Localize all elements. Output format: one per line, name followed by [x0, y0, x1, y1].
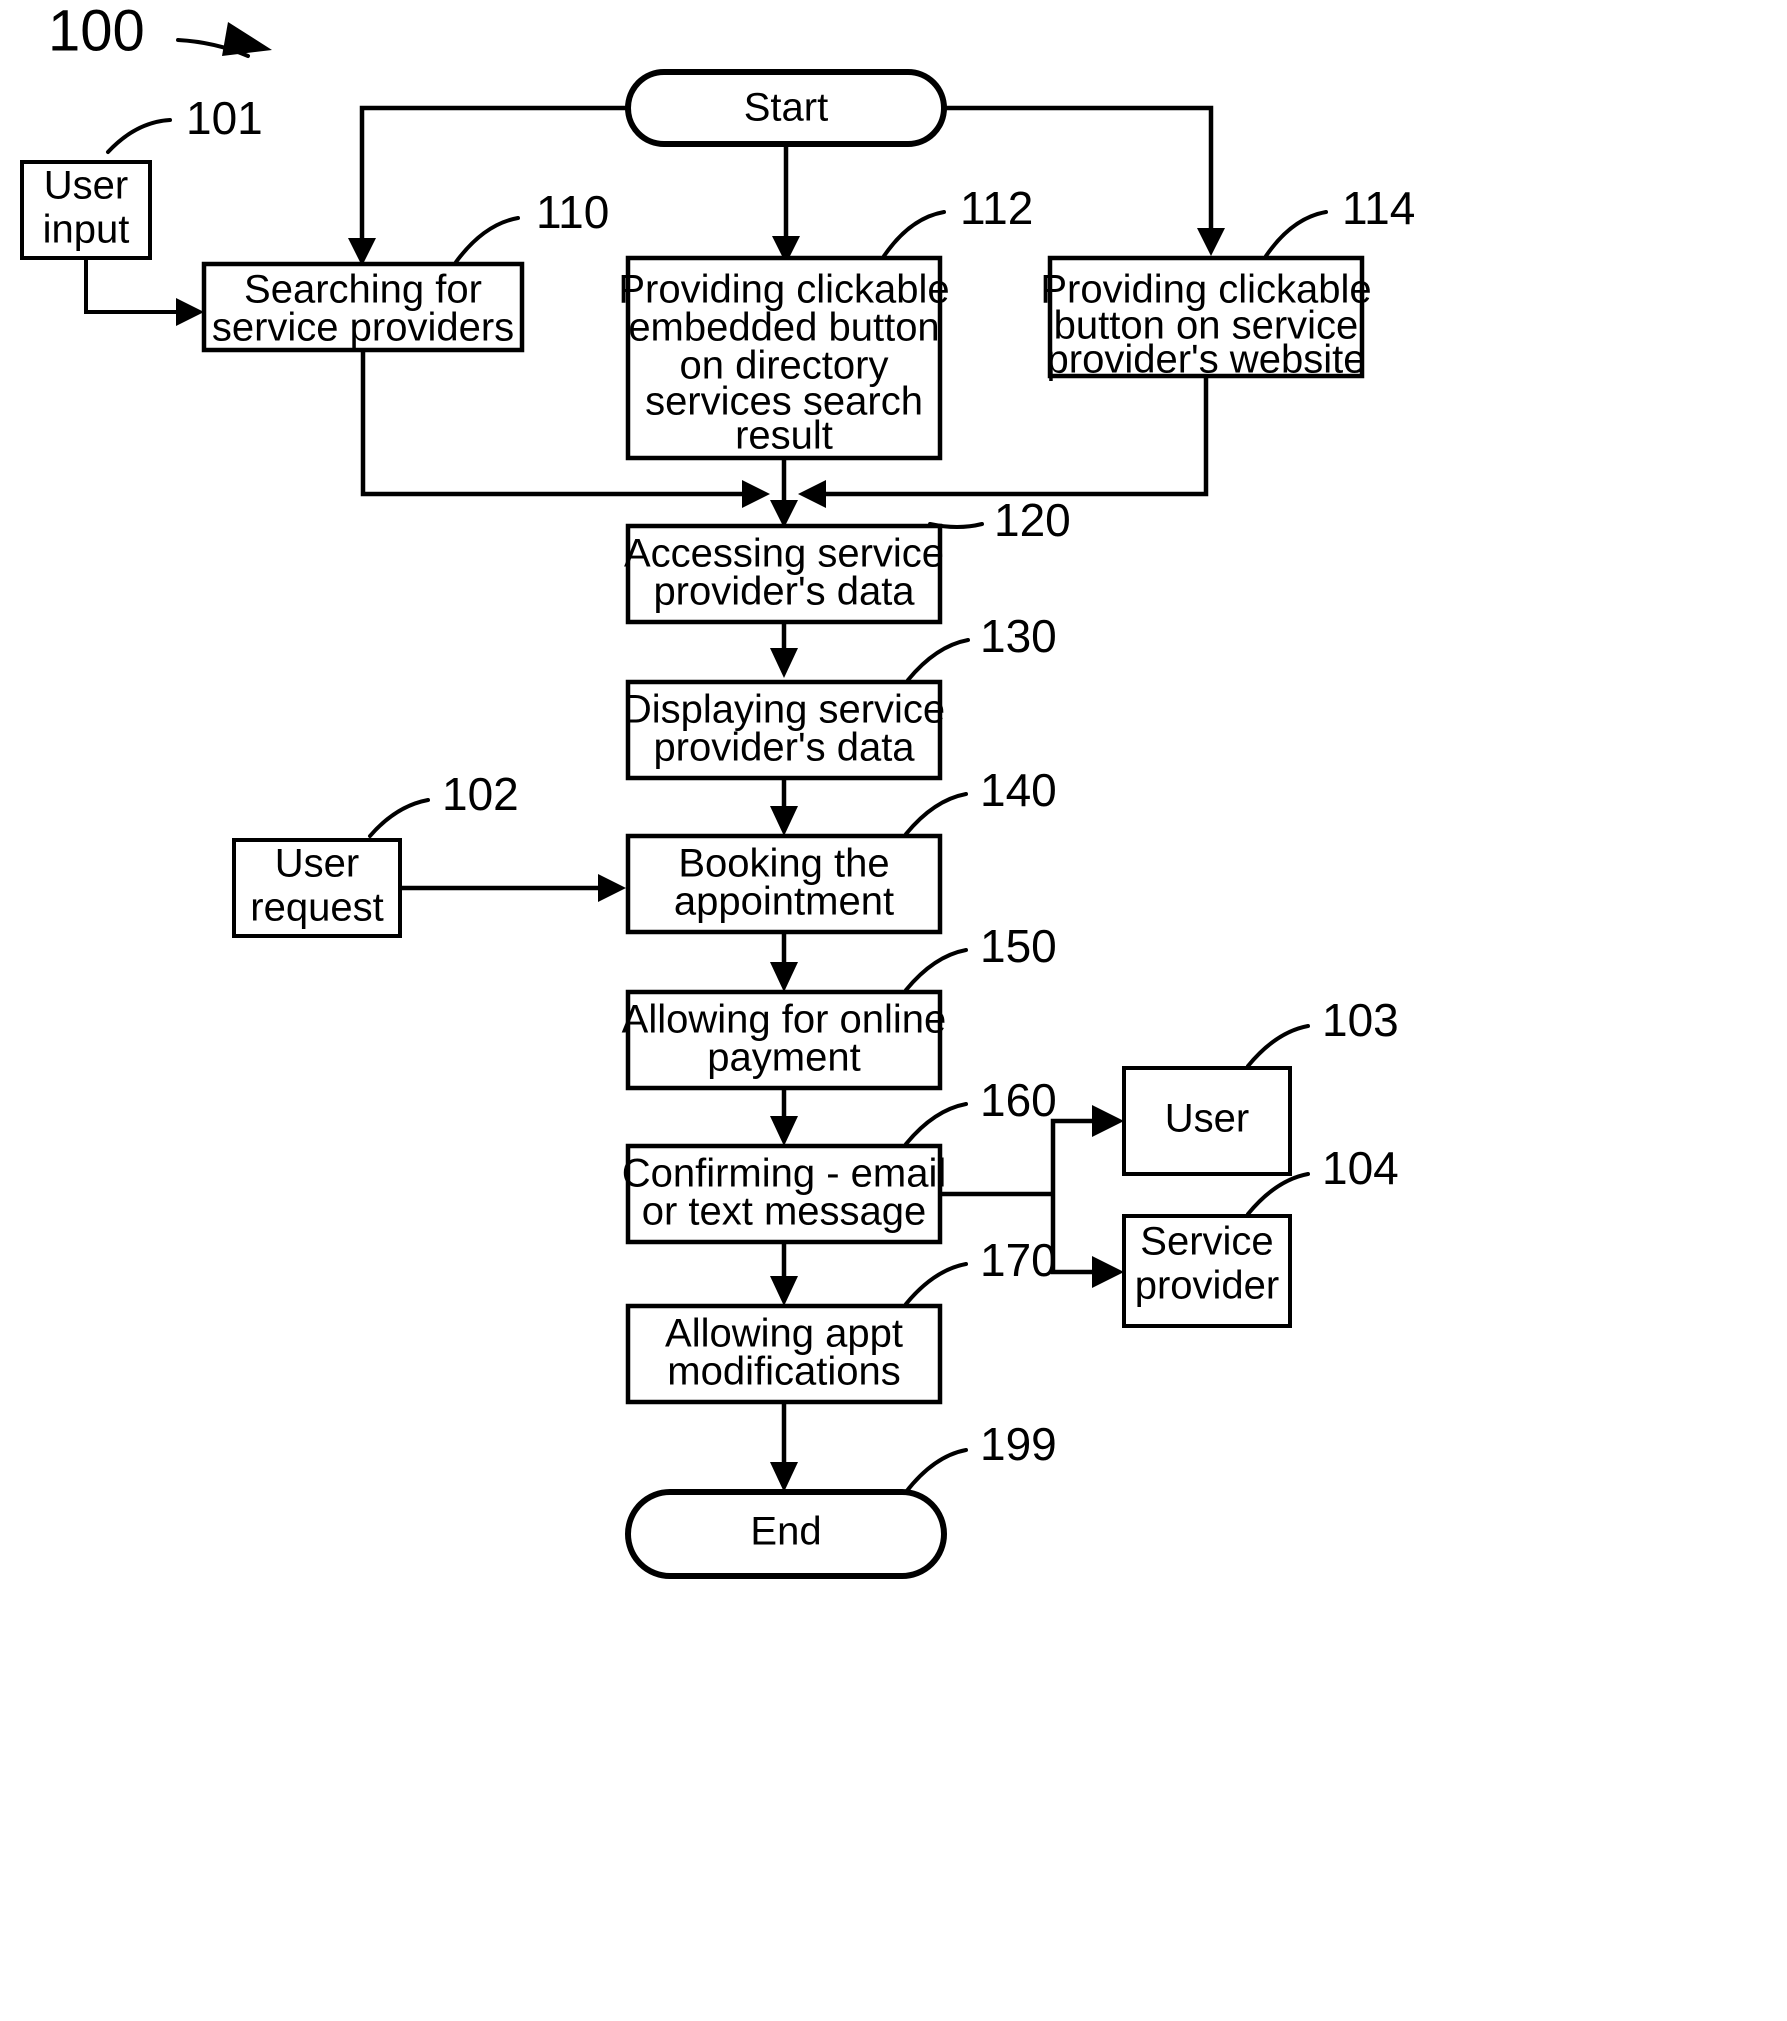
user-input-line-2: input	[43, 208, 130, 252]
arrowhead-payment-in	[770, 962, 798, 992]
leader-103	[1246, 1024, 1310, 1068]
figure-pointer-arrowhead	[222, 22, 272, 56]
booking-line-2: appointment	[674, 880, 894, 924]
arrowhead-merge-from-right	[798, 480, 826, 508]
ref-label-150: 150	[980, 920, 1057, 972]
leader-104	[1246, 1172, 1310, 1216]
ref-label-170: 170	[980, 1234, 1057, 1286]
arrowhead-confirming-in	[770, 1116, 798, 1146]
confirming-line-2: or text message	[642, 1190, 927, 1234]
ref-label-112: 112	[960, 182, 1033, 234]
payment-line-2: payment	[707, 1036, 860, 1080]
leader-114	[1264, 210, 1328, 258]
leader-120	[928, 522, 984, 529]
service-provider-line-2: provider	[1135, 1264, 1280, 1308]
ref-label-102: 102	[442, 768, 519, 820]
leader-160	[904, 1102, 968, 1146]
user-input-line-1: User	[44, 164, 128, 208]
ref-label-114: 114	[1342, 182, 1415, 234]
user-request-line-2: request	[250, 886, 383, 930]
service-provider-line-1: Service	[1140, 1220, 1273, 1264]
flowchart-canvas: 100 Start User input 101 Searching for s…	[20, 0, 1415, 1579]
ref-label-160: 160	[980, 1074, 1057, 1126]
leader-112	[882, 210, 946, 258]
arrowhead-end-in	[770, 1462, 798, 1492]
arrowhead-booking-in	[770, 806, 798, 836]
arrowhead-service-provider-in	[1092, 1256, 1124, 1288]
leader-130	[906, 638, 970, 682]
ref-label-110: 110	[536, 186, 609, 238]
end-terminal-label: End	[750, 1510, 821, 1554]
arrowhead-user-in	[1092, 1105, 1124, 1137]
ref-label-199: 199	[980, 1418, 1057, 1470]
leader-110	[454, 216, 520, 264]
leader-140	[904, 792, 968, 836]
arrowhead-booking-left-in	[598, 874, 626, 902]
accessing-line-2: provider's data	[653, 570, 915, 614]
ref-label-101: 101	[186, 92, 263, 144]
leader-150	[904, 948, 968, 992]
patent-flowchart-figure: 100 Start User input 101 Searching for s…	[0, 0, 1787, 2021]
arrowhead-merge-from-left	[742, 480, 770, 508]
arrowhead-modifications-in	[770, 1276, 798, 1306]
edge-split-to-user	[1050, 1118, 1092, 1194]
user-recipient-label: User	[1165, 1097, 1249, 1141]
ref-label-103: 103	[1322, 994, 1399, 1046]
ref-label-140: 140	[980, 764, 1057, 816]
displaying-line-2: provider's data	[653, 726, 915, 770]
edge-split-to-service-provider	[1050, 1194, 1092, 1275]
ref-label-120: 120	[994, 494, 1071, 546]
leader-199	[904, 1448, 968, 1494]
figure-number-100: 100	[48, 0, 145, 63]
edge-userinput-to-searching	[84, 258, 176, 314]
leader-101	[106, 118, 172, 154]
arrowhead-searching-left-in	[176, 298, 204, 326]
ref-label-130: 130	[980, 610, 1057, 662]
arrowhead-displaying-in	[770, 648, 798, 678]
start-terminal-label: Start	[744, 86, 828, 130]
embedded-line-5: result	[735, 414, 833, 458]
user-request-line-1: User	[275, 842, 359, 886]
arrowhead-website-in	[1197, 228, 1225, 256]
ref-label-104: 104	[1322, 1142, 1399, 1194]
leader-102	[368, 798, 430, 838]
modifications-line-2: modifications	[667, 1350, 900, 1394]
website-line-3: provider's website	[1047, 338, 1366, 382]
searching-line-2: service providers	[212, 306, 514, 350]
leader-170	[904, 1262, 968, 1306]
